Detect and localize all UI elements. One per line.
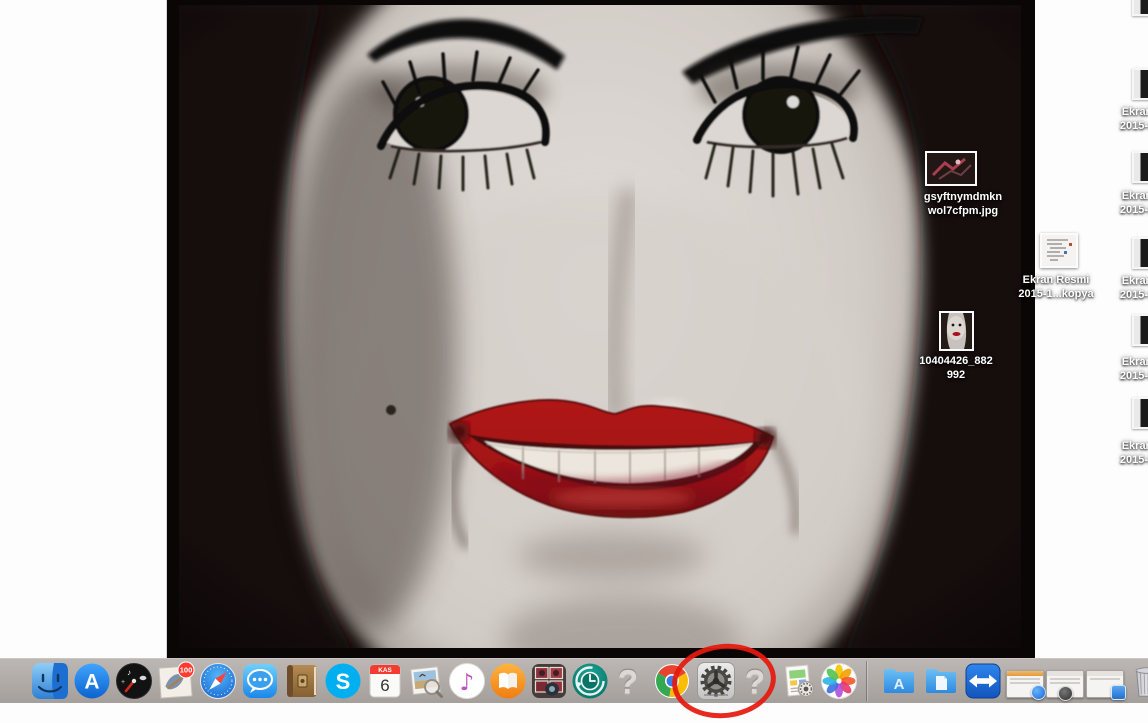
contacts-icon (283, 662, 321, 700)
window-titlebar (1087, 671, 1123, 676)
dock-skype[interactable]: S (324, 662, 362, 700)
svg-text:♪: ♪ (460, 670, 475, 696)
window-content-line (1050, 678, 1080, 680)
desktop-file-screenshot[interactable] (1132, 397, 1148, 429)
window-content-line (1050, 682, 1080, 684)
system-preferences-icon (696, 661, 736, 701)
safari-badge-icon (1031, 685, 1046, 700)
file-label: Ekran Resmi 2015-1...kopya (1007, 274, 1105, 301)
messages-icon (241, 662, 279, 700)
dock-photos[interactable] (820, 662, 858, 700)
desktop-file-screenshot[interactable] (1132, 314, 1148, 346)
desktop-file-screenshot[interactable] (1132, 237, 1148, 269)
dock-teamviewer[interactable] (964, 662, 1002, 700)
photo-booth-icon (530, 662, 568, 700)
desktop-file-screenshot[interactable] (1132, 151, 1148, 183)
window-content-line (1090, 678, 1120, 680)
svg-text:S: S (336, 669, 351, 694)
screenshot-copy-thumbnail-icon (1040, 233, 1078, 268)
jpg-thumbnail-icon (925, 151, 977, 186)
dock-trash[interactable] (1128, 662, 1148, 700)
dock-minimized-window-1[interactable] (1006, 670, 1044, 698)
svg-text:KAS: KAS (378, 667, 392, 674)
desktop-file-screenshot[interactable] (1132, 0, 1148, 16)
blue-badge-icon (1111, 685, 1126, 700)
dock-missing-app-1[interactable]: ? (614, 662, 642, 700)
svg-text:A: A (84, 671, 99, 694)
chrome-icon (653, 662, 691, 700)
dock-calendar[interactable]: KAS 6 (366, 662, 404, 700)
ibooks-icon (489, 662, 527, 700)
dock-document-utility[interactable] (779, 662, 817, 700)
file-label: Ekran 2015-1 (1106, 106, 1148, 133)
time-machine-icon (571, 662, 609, 700)
gear-badge-icon (1058, 686, 1073, 701)
window-content-line (1010, 682, 1040, 684)
dock-system-preferences[interactable] (696, 661, 736, 701)
dock-dashboard[interactable]: ♪ + (115, 662, 153, 700)
file-label: Ekran 2015-1 (1106, 190, 1148, 217)
skype-icon: S (324, 662, 362, 700)
question-mark-icon: ? (741, 662, 769, 702)
dock-app-store[interactable]: A (73, 662, 111, 700)
dashboard-icon: ♪ + (115, 662, 153, 700)
dock-itunes[interactable]: ♪ (448, 662, 486, 700)
dock-documents-folder[interactable] (922, 662, 960, 700)
desktop-file-jpg[interactable] (925, 151, 977, 186)
svg-text:6: 6 (380, 676, 389, 695)
svg-text:100: 100 (180, 666, 193, 675)
window-titlebar (1007, 671, 1043, 676)
wallpaper-portrait-photo (166, 0, 1035, 658)
svg-text:♪: ♪ (127, 668, 131, 677)
trash-icon (1128, 662, 1148, 700)
dock: A ♪ + 100 (0, 658, 1148, 703)
dock-ibooks[interactable] (489, 662, 527, 700)
portrait-thumbnail-icon (939, 311, 974, 351)
svg-text:+: + (121, 679, 125, 686)
applications-folder-icon: A (880, 662, 918, 700)
dock-safari[interactable] (199, 662, 237, 700)
dock-chrome[interactable] (653, 662, 691, 700)
dock-applications-folder[interactable]: A (880, 662, 918, 700)
mail-icon: 100 (157, 662, 195, 700)
safari-icon (199, 662, 237, 700)
question-mark-icon: ? (614, 662, 642, 702)
dock-minimized-window-2[interactable] (1046, 670, 1084, 698)
desktop-file-kopya[interactable] (1040, 233, 1078, 268)
dock-finder[interactable] (31, 662, 69, 700)
window-titlebar (1047, 671, 1083, 676)
dock-messages[interactable] (241, 662, 279, 700)
portrait-illustration (167, 0, 1035, 658)
finder-icon (31, 662, 69, 700)
document-gear-icon (779, 662, 817, 700)
teamviewer-icon (964, 662, 1002, 700)
file-label: 10404426_882 992 (898, 355, 1014, 382)
desktop-file-screenshot[interactable] (1132, 68, 1148, 100)
app-store-icon: A (73, 662, 111, 700)
svg-text:A: A (894, 676, 905, 693)
dock-time-machine[interactable] (571, 662, 609, 700)
dock-missing-app-2[interactable]: ? (741, 662, 769, 700)
file-label: Ekran 2015-1 (1106, 275, 1148, 302)
documents-folder-icon (922, 662, 960, 700)
desktop-file-portrait[interactable] (939, 311, 974, 351)
file-label: gsyftnymdmkn wol7cfpm.jpg (899, 191, 1027, 218)
dock-minimized-window-3[interactable] (1086, 670, 1124, 698)
dock-divider (866, 661, 867, 701)
file-label: Ekran 2015-1 (1106, 440, 1148, 467)
window-content-line (1010, 678, 1040, 680)
photos-icon (820, 662, 858, 700)
dock-contacts[interactable] (283, 662, 321, 700)
dock-photo-booth[interactable] (530, 662, 568, 700)
preview-icon (407, 662, 445, 700)
itunes-icon: ♪ (448, 662, 486, 700)
dock-preview[interactable] (407, 662, 445, 700)
macos-desktop: { "desktop": { "background_color": "#fdf… (0, 0, 1148, 702)
calendar-icon: KAS 6 (366, 662, 404, 700)
file-label: Ekran 2015-1 (1106, 356, 1148, 383)
dock-mail[interactable]: 100 (157, 662, 195, 700)
